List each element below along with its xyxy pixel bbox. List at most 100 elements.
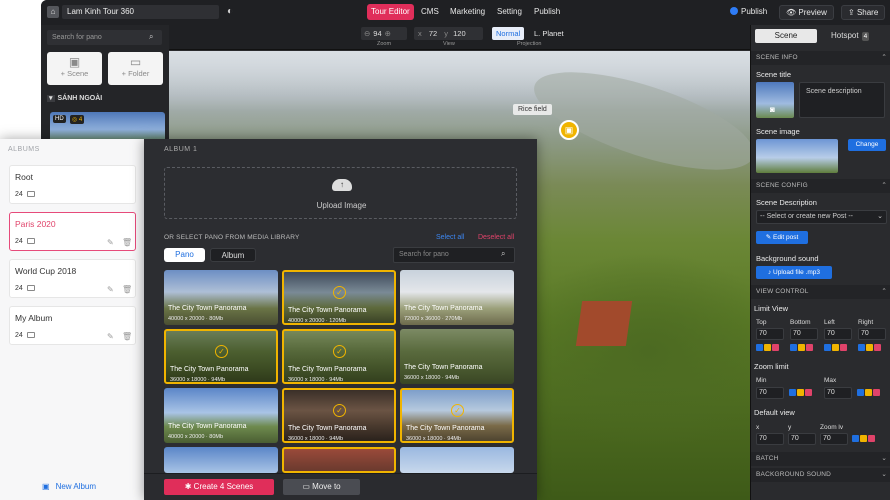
default-zoom-input[interactable]: 70	[820, 433, 848, 445]
change-image-button[interactable]: Change	[848, 139, 886, 151]
target-icon[interactable]	[866, 344, 873, 351]
check-icon[interactable]: ✓	[333, 345, 346, 358]
zoom-out-icon[interactable]: ⊖	[361, 29, 373, 38]
limit-top-actions[interactable]	[756, 344, 780, 352]
check-icon[interactable]	[824, 344, 831, 351]
limit-bottom-actions[interactable]	[790, 344, 814, 352]
pano-card[interactable]: ✓ The City Town Panorama 36000 x 18000 ·…	[164, 329, 278, 384]
upload-sound-button[interactable]: ♪ Upload file .mp3	[756, 266, 832, 279]
edit-post-button[interactable]: ✎ Edit post	[756, 231, 808, 244]
upload-dropzone[interactable]: ↑ Upload Image	[164, 167, 517, 219]
pencil-icon[interactable]: ✎	[107, 238, 114, 247]
tour-name-input[interactable]: Lam Kinh Tour 360	[62, 5, 219, 19]
check-icon[interactable]: ✓	[333, 286, 346, 299]
trash-icon[interactable]: 🗑	[122, 332, 132, 341]
default-y-input[interactable]: 70	[788, 433, 816, 445]
limit-right-actions[interactable]	[858, 344, 882, 352]
target-icon[interactable]	[797, 389, 804, 396]
background-sound-header[interactable]: BACKGROUND SOUND ⌄	[751, 468, 890, 482]
trash-icon[interactable]: 🗑	[122, 285, 132, 294]
tab-album[interactable]: Album	[210, 248, 256, 262]
pano-card[interactable]	[164, 447, 278, 473]
reset-icon[interactable]	[772, 344, 779, 351]
reset-icon[interactable]	[874, 344, 881, 351]
tab-hotspot[interactable]: Hotspot 4	[821, 29, 883, 43]
pano-card[interactable]: The City Town Panorama 40000 x 20000 · 8…	[164, 270, 278, 325]
target-icon[interactable]	[798, 344, 805, 351]
album-item-my-album[interactable]: My Album 24 ✎ 🗑	[9, 306, 136, 345]
album-item-paris-2020[interactable]: Paris 2020 24 ✎ 🗑	[9, 212, 136, 251]
album-item-root[interactable]: Root 24	[9, 165, 136, 204]
select-all-link[interactable]: Select all	[436, 234, 464, 241]
pencil-icon[interactable]: ✎	[107, 285, 114, 294]
pano-card[interactable]	[282, 447, 396, 473]
zoom-min-input[interactable]: 70	[756, 387, 784, 399]
scene-search-input[interactable]: Search for pano	[47, 30, 162, 45]
projection-planet-button[interactable]: L. Planet	[530, 27, 568, 40]
zoom-in-icon[interactable]: ⊕	[382, 29, 394, 38]
globe-icon[interactable]: ◐	[227, 6, 238, 17]
tab-marketing[interactable]: Marketing	[446, 4, 489, 20]
target-icon[interactable]	[764, 344, 771, 351]
check-icon[interactable]	[789, 389, 796, 396]
pano-card[interactable]: ✓ The City Town Panorama 36000 x 18000 ·…	[282, 388, 396, 443]
check-icon[interactable]	[790, 344, 797, 351]
pano-search-input[interactable]: Search for pano	[393, 247, 515, 263]
reset-icon[interactable]	[873, 389, 880, 396]
check-icon[interactable]: ✓	[215, 345, 228, 358]
pano-card[interactable]: The City Town Panorama 36000 x 18000 · 9…	[400, 329, 514, 384]
view-control[interactable]: x 72 y 120	[414, 27, 483, 40]
scene-group-header[interactable]: ▾ SÁNH NGOÀI	[47, 94, 102, 102]
share-button[interactable]: ⇪ Share	[841, 5, 886, 20]
check-icon[interactable]: ✓	[333, 404, 346, 417]
target-icon[interactable]	[860, 435, 867, 442]
limit-left-actions[interactable]	[824, 344, 848, 352]
projection-normal-button[interactable]: Normal	[492, 27, 525, 40]
add-folder-button[interactable]: ▭ + Folder	[108, 52, 163, 85]
pencil-icon[interactable]: ✎	[107, 332, 114, 341]
scene-config-header[interactable]: SCENE CONFIG ⌃	[751, 179, 890, 193]
zoom-control[interactable]: ⊖ 94 ⊕	[361, 27, 407, 40]
check-icon[interactable]: ✓	[451, 404, 464, 417]
deselect-all-link[interactable]: Deselect all	[478, 234, 514, 241]
target-icon[interactable]	[865, 389, 872, 396]
trash-icon[interactable]: 🗑	[122, 238, 132, 247]
zoom-max-input[interactable]: 70	[824, 387, 852, 399]
scene-info-header[interactable]: SCENE INFO ⌃	[751, 51, 890, 65]
view-control-header[interactable]: VIEW CONTROL ⌃	[751, 285, 890, 299]
tab-tour-editor[interactable]: Tour Editor	[367, 4, 414, 20]
check-icon[interactable]	[858, 344, 865, 351]
reset-icon[interactable]	[868, 435, 875, 442]
pano-card[interactable]	[400, 447, 514, 473]
move-to-button[interactable]: ▭ Move to	[283, 479, 360, 495]
tab-publish[interactable]: Publish	[530, 4, 564, 20]
pano-card[interactable]: The City Town Panorama 40000 x 20000 · 8…	[164, 388, 278, 443]
create-scenes-button[interactable]: ✱ Create 4 Scenes	[164, 479, 274, 495]
home-icon[interactable]: ⌂	[47, 6, 59, 18]
new-album-button[interactable]: ▣ New Album	[42, 482, 96, 491]
limit-right-input[interactable]: 70	[858, 328, 886, 340]
add-scene-button[interactable]: ▣ + Scene	[47, 52, 102, 85]
publish-toggle[interactable]: Publish	[730, 5, 767, 19]
check-icon[interactable]	[857, 389, 864, 396]
default-x-input[interactable]: 70	[756, 433, 784, 445]
check-icon[interactable]	[756, 344, 763, 351]
post-select[interactable]: -- Select or create new Post -- ⌄	[756, 210, 887, 224]
limit-top-input[interactable]: 70	[756, 328, 784, 340]
check-icon[interactable]	[852, 435, 859, 442]
target-icon[interactable]	[832, 344, 839, 351]
zoom-min-actions[interactable]	[789, 389, 813, 397]
scene-description-input[interactable]: Scene description	[799, 82, 885, 118]
scene-title-thumb[interactable]: ◙	[756, 82, 794, 118]
tab-setting[interactable]: Setting	[493, 4, 526, 20]
image-hotspot-icon[interactable]: ▣	[559, 120, 579, 140]
zoom-max-actions[interactable]	[857, 389, 881, 397]
camera-icon[interactable]: ◙	[770, 105, 775, 114]
pano-card[interactable]: The City Town Panorama 72000 x 36000 · 2…	[400, 270, 514, 325]
pano-card[interactable]: ✓ The City Town Panorama 40000 x 20000 ·…	[282, 270, 396, 325]
tab-cms[interactable]: CMS	[417, 4, 443, 20]
default-view-actions[interactable]	[852, 435, 876, 443]
reset-icon[interactable]	[806, 344, 813, 351]
preview-button[interactable]: 👁 Preview	[779, 5, 834, 20]
album-item-world-cup-2018[interactable]: World Cup 2018 24 ✎ 🗑	[9, 259, 136, 298]
